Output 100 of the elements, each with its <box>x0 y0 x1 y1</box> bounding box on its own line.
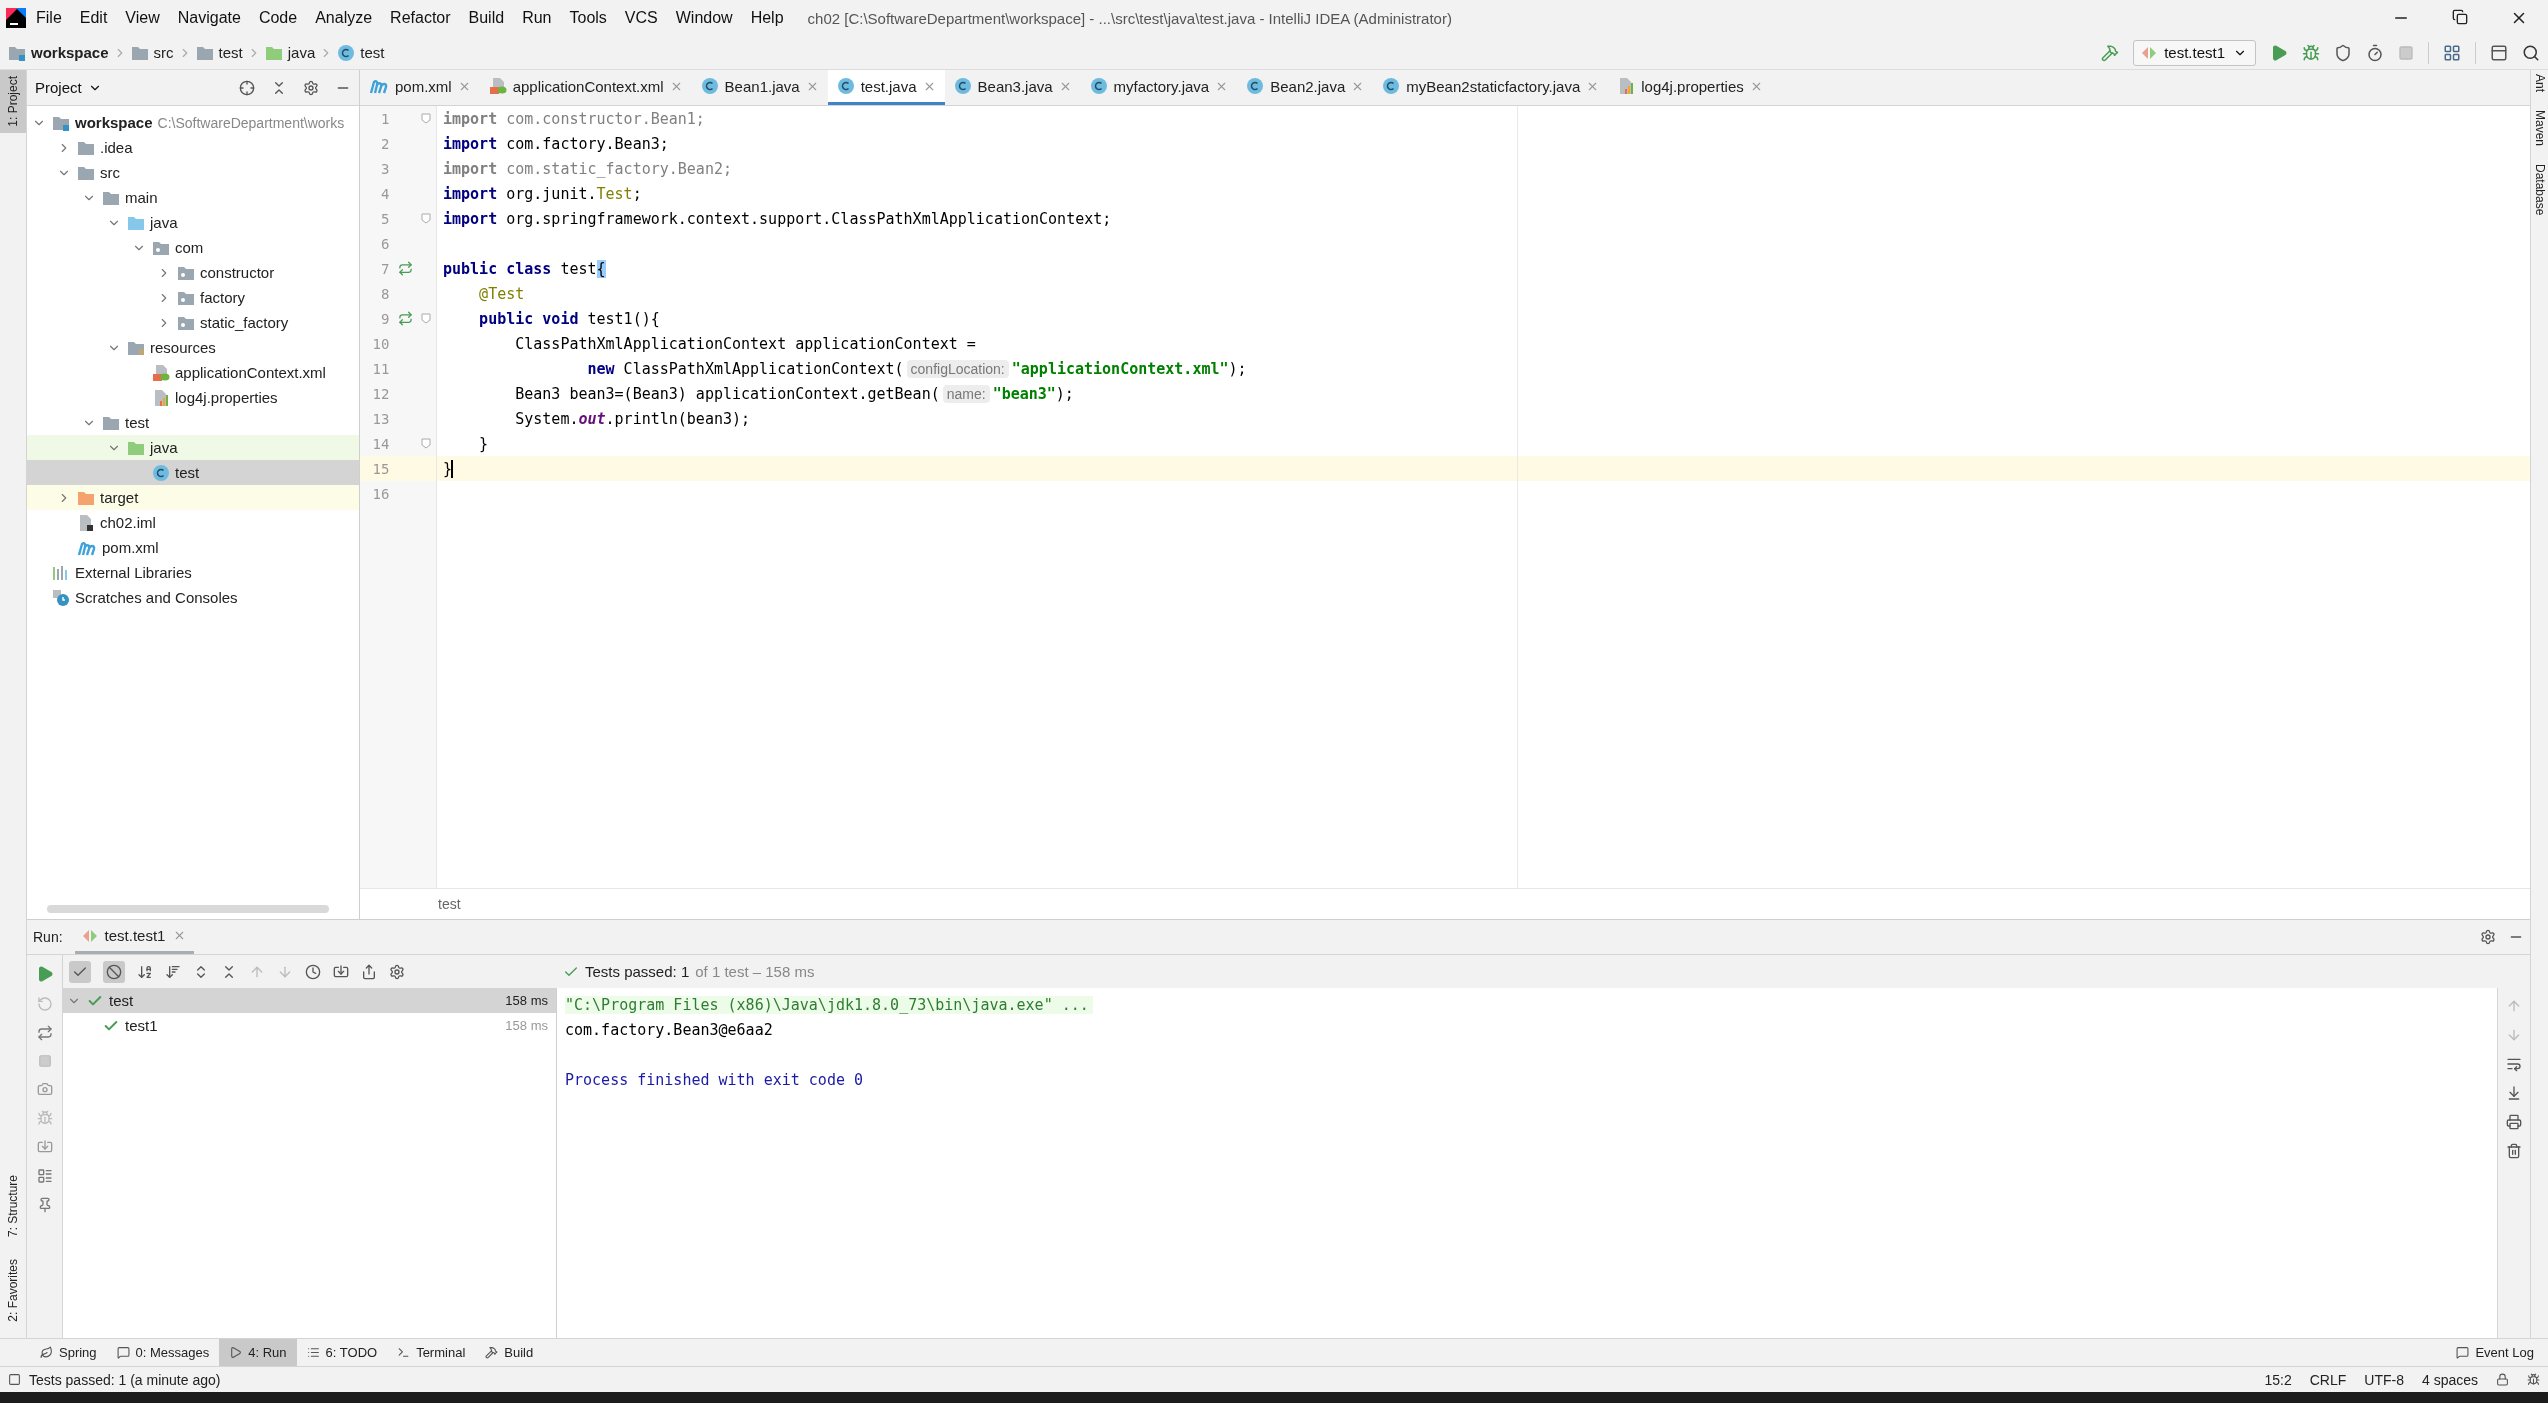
menu-item[interactable]: Code <box>250 9 306 27</box>
settings-icon[interactable] <box>389 963 405 980</box>
tree-item[interactable]: com <box>27 235 359 260</box>
tool-window-tab[interactable]: 7: Structure <box>0 1169 26 1244</box>
tree-item[interactable]: constructor <box>27 260 359 285</box>
tree-item[interactable]: java <box>27 435 359 460</box>
tree-item[interactable]: resources <box>27 335 359 360</box>
run-test-icon[interactable] <box>398 261 414 276</box>
editor-tab[interactable]: myBean2staticfactory.java <box>1373 70 1609 105</box>
caret-position[interactable]: 15:2 <box>2264 1371 2292 1388</box>
build-icon[interactable] <box>2101 43 2120 62</box>
run-configuration-dropdown[interactable]: test.test1 <box>2133 39 2256 66</box>
breadcrumb[interactable]: src <box>130 44 174 61</box>
show-passed-toggle[interactable] <box>69 960 91 983</box>
breadcrumb[interactable]: test <box>195 44 243 61</box>
tree-item[interactable]: applicationContext.xml <box>27 360 359 385</box>
camera-icon[interactable] <box>36 1081 53 1097</box>
run-tab[interactable]: test.test1 <box>74 920 195 954</box>
project-structure-icon[interactable] <box>2443 43 2461 62</box>
line-separator[interactable]: CRLF <box>2309 1371 2347 1388</box>
editor-tab[interactable]: myfactory.java <box>1080 70 1238 105</box>
tool-window-tab[interactable]: 0: Messages <box>106 1339 220 1366</box>
tool-window-tab[interactable]: 4: Run <box>219 1339 297 1366</box>
menu-item[interactable]: Tools <box>561 9 615 27</box>
tree-item[interactable]: static_factory <box>27 310 359 335</box>
menu-item[interactable]: File <box>28 9 70 27</box>
tree-item[interactable]: factory <box>27 285 359 310</box>
debug-icon[interactable] <box>2302 43 2320 62</box>
history-icon[interactable] <box>305 963 321 980</box>
tree-item[interactable]: main <box>27 185 359 210</box>
breadcrumb[interactable]: workspace <box>8 44 109 61</box>
horizontal-scrollbar[interactable] <box>47 905 329 913</box>
inspector-icon[interactable] <box>2527 1373 2540 1386</box>
trash-icon[interactable] <box>2506 1143 2522 1159</box>
editor-tab[interactable]: Bean2.java <box>1237 70 1374 105</box>
layout-icon[interactable] <box>36 1168 53 1184</box>
tree-item[interactable]: Scratches and Consoles <box>27 585 359 610</box>
editor-tab[interactable]: Bean1.java <box>691 70 828 105</box>
fold-marker-icon[interactable] <box>420 313 431 324</box>
indent-setting[interactable]: 4 spaces <box>2421 1371 2478 1388</box>
editor-tab[interactable]: pom.xml <box>360 70 480 105</box>
tree-item[interactable]: ch02.iml <box>27 510 359 535</box>
breadcrumb[interactable]: java <box>264 44 316 61</box>
settings-icon[interactable] <box>303 79 319 96</box>
run-test-icon[interactable] <box>398 311 414 326</box>
menu-item[interactable]: Run <box>514 9 560 27</box>
test-tree-item[interactable]: test1 158 ms <box>63 1013 556 1038</box>
tree-item[interactable]: .idea <box>27 135 359 160</box>
tree-item[interactable]: pom.xml <box>27 535 359 560</box>
scroll-to-end-icon[interactable] <box>2506 1085 2522 1101</box>
event-log-button[interactable]: Event Log <box>2456 1345 2548 1360</box>
import-icon[interactable] <box>333 963 349 980</box>
editor-tab[interactable]: Bean3.java <box>944 70 1081 105</box>
file-encoding[interactable]: UTF-8 <box>2364 1371 2404 1388</box>
lock-icon[interactable] <box>2496 1373 2509 1386</box>
tool-window-tab[interactable]: Database <box>2531 160 2548 220</box>
auto-test-icon[interactable] <box>36 1025 53 1041</box>
breadcrumb[interactable]: test <box>337 43 385 62</box>
panel-toggle-icon[interactable] <box>8 1373 21 1386</box>
settings-icon[interactable] <box>2480 929 2496 945</box>
tool-window-tab[interactable]: Terminal <box>387 1339 476 1366</box>
sort-by-duration-icon[interactable] <box>165 963 181 980</box>
tool-window-tab[interactable]: Build <box>475 1339 544 1366</box>
show-ignored-toggle[interactable] <box>103 960 125 983</box>
tool-window-tab[interactable]: 2: Favorites <box>0 1253 26 1328</box>
menu-item[interactable]: Window <box>667 9 741 27</box>
tree-item[interactable]: log4j.properties <box>27 385 359 410</box>
profile-icon[interactable] <box>2366 43 2384 62</box>
terminal-icon[interactable] <box>2490 43 2508 62</box>
fold-marker-icon[interactable] <box>420 438 431 449</box>
restore-icon[interactable] <box>2452 9 2468 25</box>
project-view-dropdown[interactable]: Project <box>35 79 102 96</box>
fold-marker-icon[interactable] <box>420 213 431 224</box>
locate-icon[interactable] <box>239 79 255 96</box>
tool-window-tab[interactable]: Maven <box>2531 106 2548 151</box>
menu-item[interactable]: Help <box>742 9 792 27</box>
editor-tab[interactable]: applicationContext.xml <box>479 70 692 105</box>
coverage-icon[interactable] <box>2334 43 2352 62</box>
editor-tab[interactable]: test.java <box>827 70 945 105</box>
menu-item[interactable]: Navigate <box>169 9 249 27</box>
editor-breadcrumb[interactable]: test <box>438 896 461 912</box>
test-tree-item[interactable]: test 158 ms <box>63 988 556 1013</box>
tree-item[interactable]: test <box>27 410 359 435</box>
tree-item[interactable]: java <box>27 210 359 235</box>
tree-item[interactable]: target <box>27 485 359 510</box>
menu-item[interactable]: Analyze <box>307 9 381 27</box>
menu-item[interactable]: View <box>117 9 168 27</box>
tree-item[interactable]: External Libraries <box>27 560 359 585</box>
tool-window-tab[interactable]: Spring <box>30 1339 107 1366</box>
tool-window-tab[interactable]: 1: Project <box>0 70 26 133</box>
fold-marker-icon[interactable] <box>420 113 431 124</box>
tree-item[interactable]: src <box>27 160 359 185</box>
tree-item[interactable]: test <box>27 460 359 485</box>
tool-window-tab[interactable]: 6: TODO <box>296 1339 388 1366</box>
sort-alphabetically-icon[interactable] <box>137 963 153 980</box>
tool-window-tab[interactable]: Ant <box>2531 70 2548 96</box>
menu-item[interactable]: VCS <box>616 9 666 27</box>
soft-wrap-icon[interactable] <box>2506 1056 2522 1072</box>
menu-item[interactable]: Build <box>460 9 513 27</box>
export-icon[interactable] <box>361 963 377 980</box>
